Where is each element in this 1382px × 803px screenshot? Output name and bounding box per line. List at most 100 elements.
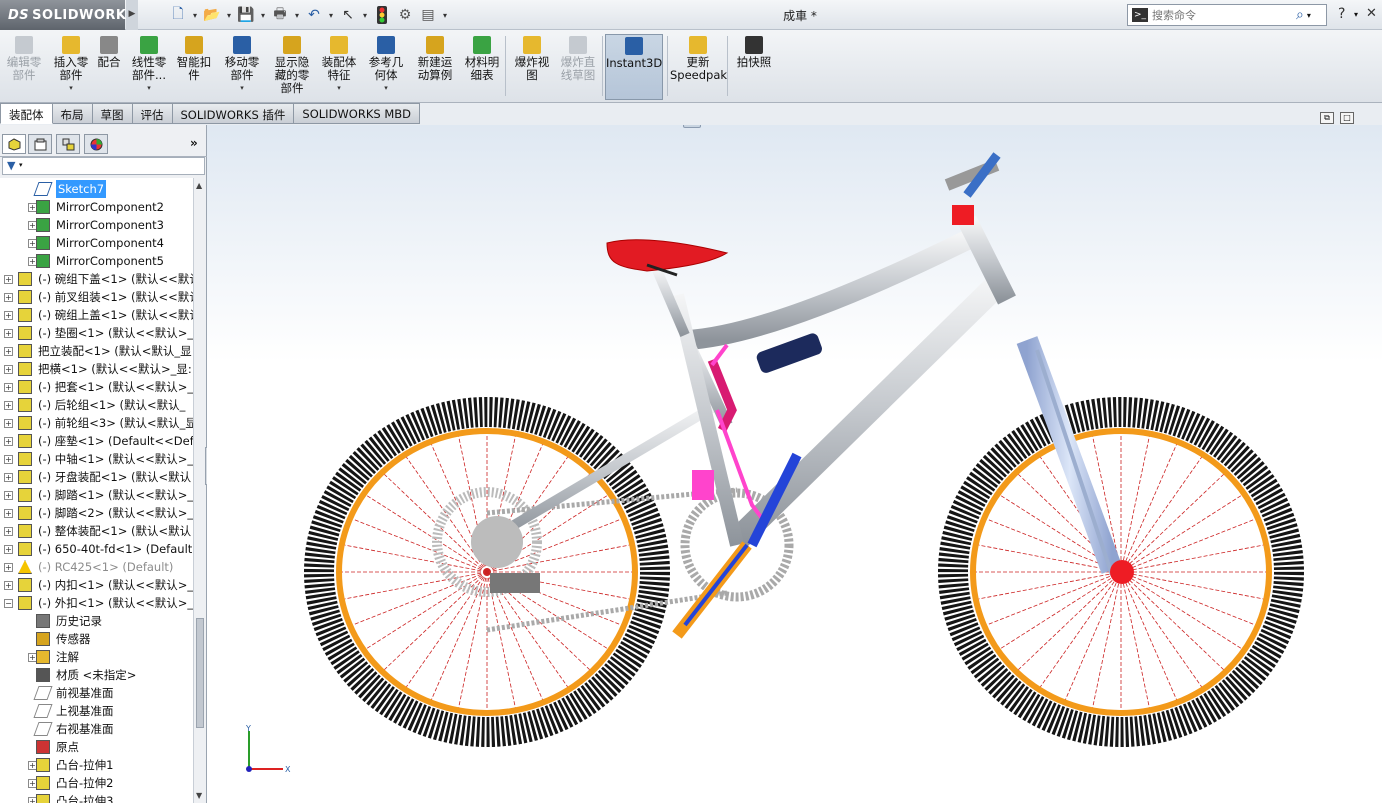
filter-dropdown-icon[interactable]: ▾ xyxy=(19,161,23,169)
tab-0[interactable]: 装配体 xyxy=(0,103,53,124)
tree-item[interactable]: Sketch7 xyxy=(0,180,193,198)
undo-dropdown-icon[interactable]: ▾ xyxy=(327,11,335,20)
insert-part-button[interactable]: 插入零 部件 ▾ xyxy=(52,34,90,100)
front-fork[interactable] xyxy=(1016,336,1134,584)
undo-icon[interactable]: ↶ xyxy=(304,5,324,25)
tree-item[interactable]: + (-) 前叉组装<1> (默认<<默认 xyxy=(0,288,193,306)
mate-button[interactable]: 配合 xyxy=(94,34,124,100)
tree-item[interactable]: 原点 xyxy=(0,738,193,756)
insert-part-dropdown-icon[interactable]: ▾ xyxy=(52,82,90,95)
tree-item[interactable]: + (-) 垫圈<1> (默认<<默认>_ xyxy=(0,324,193,342)
rear-shock[interactable] xyxy=(755,332,824,375)
expand-icon[interactable]: + xyxy=(4,509,13,518)
expand-icon[interactable]: + xyxy=(4,419,13,428)
tree-item[interactable]: 传感器 xyxy=(0,630,193,648)
tree-item[interactable]: + 把横<1> (默认<<默认>_显: xyxy=(0,360,193,378)
tree-item[interactable]: + (-) 碗组上盖<1> (默认<<默认 xyxy=(0,306,193,324)
save-dropdown-icon[interactable]: ▾ xyxy=(259,11,267,20)
tree-item[interactable]: 材质 <未指定> xyxy=(0,666,193,684)
saddle[interactable] xyxy=(606,239,729,272)
collapse-icon[interactable]: − xyxy=(4,599,13,608)
save-icon[interactable]: 💾 xyxy=(236,5,256,25)
tree-item[interactable]: + 注解 xyxy=(0,648,193,666)
more-tabs-icon[interactable]: » xyxy=(190,136,198,150)
new-motion-study-button[interactable]: 新建运 动算例 xyxy=(413,34,457,100)
new-icon[interactable]: 🗋 xyxy=(168,5,188,25)
edit-part-button[interactable]: 编辑零 部件 xyxy=(2,34,46,100)
customize-dropdown-icon[interactable]: ▾ xyxy=(441,11,449,20)
help-dropdown-icon[interactable]: ▾ xyxy=(1354,10,1358,19)
customize-icon[interactable]: ▤ xyxy=(418,5,438,25)
tree-filter[interactable]: ▼ ▾ xyxy=(2,157,205,175)
tree-item[interactable]: + (-) RC425<1> (Default) xyxy=(0,558,193,576)
expand-icon[interactable]: + xyxy=(4,275,13,284)
tab-property-manager[interactable] xyxy=(28,134,52,154)
tab-1[interactable]: 布局 xyxy=(52,103,93,124)
restore-viewport-icon[interactable]: ⧉ xyxy=(1320,112,1334,124)
search-icon[interactable]: ⌕ xyxy=(1296,7,1304,23)
bom-button[interactable]: 材料明 细表 xyxy=(460,34,504,100)
print-icon[interactable]: 🖶 xyxy=(270,5,290,25)
expand-icon[interactable]: + xyxy=(4,473,13,482)
tab-configuration-manager[interactable] xyxy=(56,134,80,154)
tree-item[interactable]: + MirrorComponent3 xyxy=(0,216,193,234)
reference-geometry-button[interactable]: 参考几 何体 ▾ xyxy=(364,34,408,100)
expand-icon[interactable]: + xyxy=(4,365,13,374)
expand-icon[interactable]: + xyxy=(4,545,13,554)
tree-scrollbar[interactable]: ▲ ▼ xyxy=(193,178,206,803)
tree-item[interactable]: + (-) 内扣<1> (默认<<默认>_ xyxy=(0,576,193,594)
tree-item[interactable]: − (-) 外扣<1> (默认<<默认>_ xyxy=(0,594,193,612)
move-part-dropdown-icon[interactable]: ▾ xyxy=(220,82,264,95)
tree-item[interactable]: 历史记录 xyxy=(0,612,193,630)
open-icon[interactable]: 📂 xyxy=(202,5,222,25)
tree-item[interactable]: + MirrorComponent2 xyxy=(0,198,193,216)
options-icon[interactable]: ⚙ xyxy=(395,5,415,25)
new-dropdown-icon[interactable]: ▾ xyxy=(191,11,199,20)
tree-item[interactable]: + (-) 碗组下盖<1> (默认<<默认 xyxy=(0,270,193,288)
tree-item[interactable]: + (-) 牙盘装配<1> (默认<默认 xyxy=(0,468,193,486)
assembly-feature-dropdown-icon[interactable]: ▾ xyxy=(318,82,360,95)
tab-2[interactable]: 草图 xyxy=(92,103,133,124)
bicycle-model[interactable] xyxy=(207,125,1382,803)
tree-item[interactable]: + (-) 中轴<1> (默认<<默认>_ xyxy=(0,450,193,468)
tab-display-manager[interactable] xyxy=(84,134,108,154)
tab-5[interactable]: SOLIDWORKS MBD xyxy=(294,103,421,124)
rebuild-icon[interactable] xyxy=(372,5,392,25)
smart-fasteners-button[interactable]: 智能扣件 xyxy=(175,34,213,100)
expand-icon[interactable]: + xyxy=(4,527,13,536)
expand-icon[interactable]: + xyxy=(4,329,13,338)
expand-icon[interactable]: + xyxy=(4,437,13,446)
tree-item[interactable]: 右视基准面 xyxy=(0,720,193,738)
expand-icon[interactable]: + xyxy=(4,455,13,464)
tab-4[interactable]: SOLIDWORKS 插件 xyxy=(172,103,295,124)
exploded-view-button[interactable]: 爆炸视图 xyxy=(510,34,554,100)
expand-icon[interactable]: + xyxy=(4,311,13,320)
rear-wheel[interactable] xyxy=(304,397,670,747)
tree-item[interactable]: + MirrorComponent5 xyxy=(0,252,193,270)
expand-icon[interactable]: + xyxy=(4,383,13,392)
linear-pattern-button[interactable]: 线性零 部件... ▾ xyxy=(128,34,170,100)
search-commands-box[interactable]: >_ ⌕ ▾ xyxy=(1127,4,1327,26)
reference-geometry-dropdown-icon[interactable]: ▾ xyxy=(364,82,408,95)
tree-item[interactable]: + (-) 650-40t-fd<1> (Default xyxy=(0,540,193,558)
expand-icon[interactable]: + xyxy=(4,491,13,500)
tree-item[interactable]: + 凸台-拉伸3 xyxy=(0,792,193,803)
snapshot-button[interactable]: 拍快照 xyxy=(733,34,775,100)
tab-3[interactable]: 评估 xyxy=(132,103,173,124)
scroll-down-icon[interactable]: ▼ xyxy=(196,791,202,800)
scroll-thumb[interactable] xyxy=(196,618,204,728)
scroll-up-icon[interactable]: ▲ xyxy=(196,181,202,190)
speedpak-button[interactable]: 更新 Speedpak xyxy=(670,34,727,100)
linear-pattern-dropdown-icon[interactable]: ▾ xyxy=(128,82,170,95)
open-dropdown-icon[interactable]: ▾ xyxy=(225,11,233,20)
move-part-button[interactable]: 移动零 部件 ▾ xyxy=(220,34,264,100)
select-icon[interactable]: ↖ xyxy=(338,5,358,25)
tree-item[interactable]: + (-) 脚踏<1> (默认<<默认>_ xyxy=(0,486,193,504)
explode-line-button[interactable]: 爆炸直 线草图 xyxy=(557,34,599,100)
expand-icon[interactable]: + xyxy=(4,401,13,410)
maximize-viewport-icon[interactable]: □ xyxy=(1340,112,1354,124)
show-hidden-button[interactable]: 显示隐 藏的零 部件 xyxy=(270,34,314,100)
help-icon[interactable]: ? xyxy=(1338,6,1345,22)
expand-icon[interactable]: + xyxy=(4,293,13,302)
tree-item[interactable]: 上视基准面 xyxy=(0,702,193,720)
